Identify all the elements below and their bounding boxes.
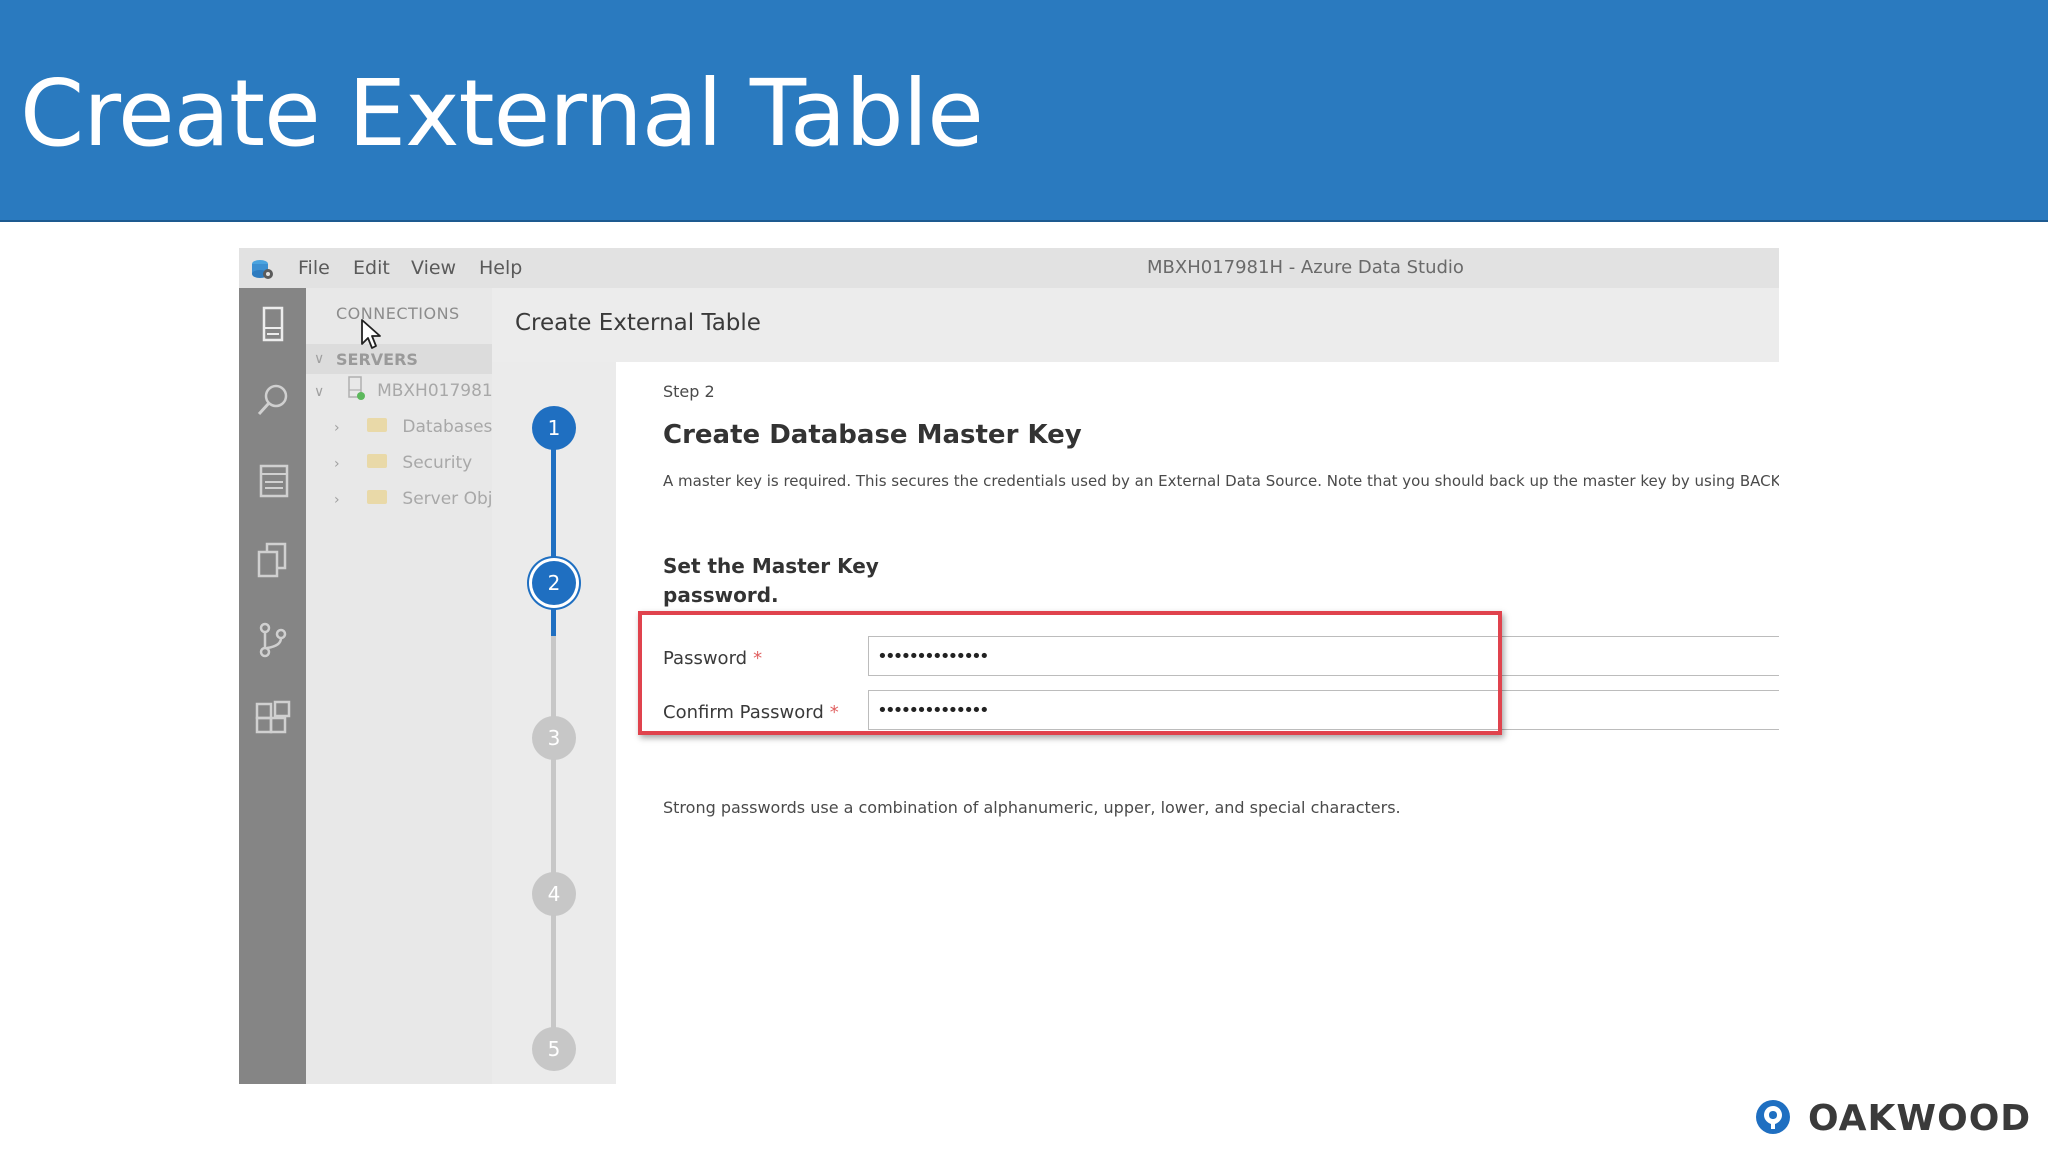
- password-input[interactable]: [868, 636, 1779, 676]
- folder-icon: [367, 454, 388, 468]
- password-hint: Strong passwords use a combination of al…: [663, 798, 1401, 817]
- title-bar: File Edit View Help MBXH017981H - Azure …: [239, 248, 1779, 288]
- confirm-password-label-text: Confirm Password: [663, 702, 824, 723]
- tree-server-node[interactable]: ∨ MBXH017981H: [314, 376, 492, 406]
- activity-bar: [239, 288, 306, 1084]
- editor-title: Create External Table: [515, 310, 761, 336]
- menu-help[interactable]: Help: [479, 248, 522, 288]
- tree-item-server-objects[interactable]: › Server Objects: [334, 484, 492, 514]
- page-heading: Create Database Master Key: [663, 420, 1082, 450]
- mouse-cursor-icon: [361, 319, 381, 349]
- password-label: Password *: [663, 648, 762, 669]
- folder-icon: [367, 418, 388, 432]
- window-title: MBXH017981H - Azure Data Studio: [1147, 257, 1464, 278]
- tree-item-security[interactable]: › Security: [334, 448, 472, 478]
- confirm-password-input[interactable]: [868, 690, 1779, 730]
- chevron-down-icon: ∨: [314, 384, 325, 400]
- extensions-icon[interactable]: [253, 700, 293, 740]
- section-heading: Set the Master Key password.: [663, 554, 879, 607]
- chevron-right-icon: ›: [334, 420, 340, 436]
- step-connector: [551, 636, 556, 1064]
- connections-sidebar: CONNECTIONS ∨ SERVERS ∨ MBXH017981H › Da…: [306, 288, 492, 1084]
- servers-label: SERVERS: [336, 350, 418, 369]
- slide-header: Create External Table: [0, 0, 2048, 222]
- confirm-password-label: Confirm Password *: [663, 702, 839, 723]
- wizard-stepper: 1 2 3 4 5: [492, 362, 616, 1084]
- menu-file[interactable]: File: [298, 248, 330, 288]
- editor-area: Create External Table 1 2 3 4 5 Step 2 C…: [492, 288, 1779, 1084]
- source-control-icon[interactable]: [253, 620, 293, 660]
- oakwood-logo-icon: [1756, 1100, 1790, 1134]
- required-marker: *: [753, 648, 763, 669]
- chevron-right-icon: ›: [334, 492, 340, 508]
- tree-item-label: Security: [402, 453, 473, 473]
- folder-icon: [367, 490, 388, 504]
- slide-title: Create External Table: [20, 60, 984, 167]
- editor-header: Create External Table: [492, 288, 1779, 362]
- search-icon[interactable]: [253, 380, 293, 420]
- app-logo-icon: [252, 260, 273, 279]
- step-4-circle[interactable]: 4: [532, 872, 576, 916]
- wizard-page: Step 2 Create Database Master Key A mast…: [616, 362, 1779, 1084]
- step-label: Step 2: [663, 382, 715, 401]
- azure-data-studio-window: File Edit View Help MBXH017981H - Azure …: [239, 248, 1779, 1084]
- notebook-icon[interactable]: [253, 460, 293, 500]
- brand-name: OAKWOOD: [1808, 1098, 2032, 1139]
- servers-section[interactable]: ∨ SERVERS: [306, 344, 492, 374]
- chevron-right-icon: ›: [334, 456, 340, 472]
- required-marker: *: [829, 702, 839, 723]
- menu-edit[interactable]: Edit: [353, 248, 390, 288]
- step-5-circle[interactable]: 5: [532, 1027, 576, 1071]
- connections-icon[interactable]: [253, 304, 293, 344]
- step-1-circle[interactable]: 1: [532, 406, 576, 450]
- password-label-text: Password: [663, 648, 748, 669]
- tree-item-label: Server Objects: [402, 489, 492, 509]
- tree-item-databases[interactable]: › Databases: [334, 412, 492, 442]
- page-description: A master key is required. This secures t…: [663, 472, 1779, 490]
- tree-item-label: Databases: [402, 417, 492, 437]
- chevron-down-icon: ∨: [314, 350, 325, 366]
- server-name: MBXH017981H: [377, 381, 492, 401]
- step-3-circle[interactable]: 3: [532, 716, 576, 760]
- server-icon: [347, 376, 365, 400]
- step-2-circle[interactable]: 2: [532, 561, 576, 605]
- explorer-icon[interactable]: [253, 540, 293, 580]
- menu-view[interactable]: View: [411, 248, 456, 288]
- connections-heading: CONNECTIONS: [336, 304, 460, 323]
